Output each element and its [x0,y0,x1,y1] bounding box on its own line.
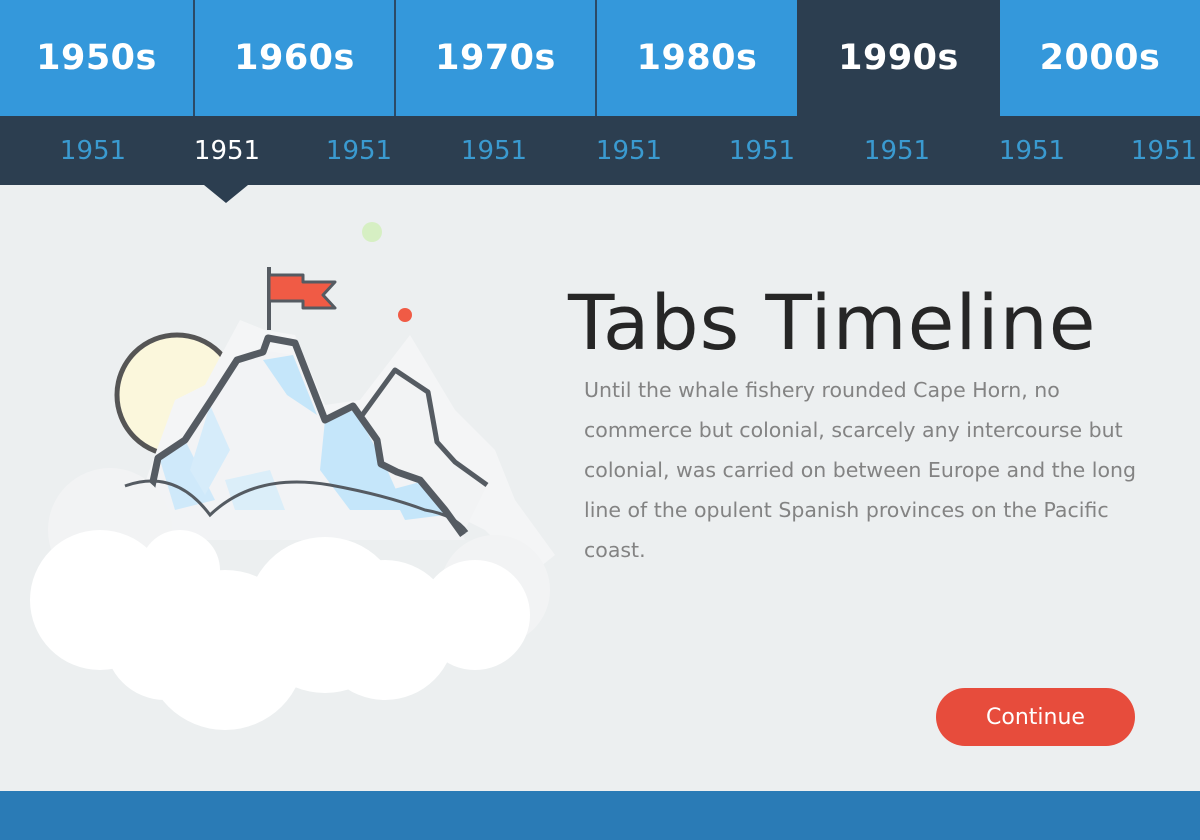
footer-bar [0,791,1200,840]
tab-decade-1950s[interactable]: 1950s [0,0,195,116]
tab-decade-1970s[interactable]: 1970s [396,0,597,116]
flag-icon [267,273,337,310]
mountain-flag-illustration [30,222,555,730]
tab-year[interactable]: 1951 [40,116,146,185]
year-tab-bar: 1951 1951 1951 1951 1951 1951 1951 1951 … [0,116,1200,185]
decade-tab-bar: 1950s 1960s 1970s 1980s 1990s 2000s [0,0,1200,116]
green-dot-icon [362,222,382,242]
tab-decade-1980s[interactable]: 1980s [597,0,797,116]
tab-decade-1960s[interactable]: 1960s [195,0,396,116]
tab-year-active[interactable]: 1951 [174,116,280,185]
tab-year[interactable]: 1951 [709,116,815,185]
tab-decade-2000s[interactable]: 2000s [1000,0,1200,116]
page-title: Tabs Timeline [568,278,1097,367]
tab-year[interactable]: 1951 [306,116,412,185]
tab-year[interactable]: 1951 [1111,116,1200,185]
tab-decade-1990s[interactable]: 1990s [797,0,1000,116]
tab-year[interactable]: 1951 [576,116,682,185]
continue-button[interactable]: Continue [936,688,1135,746]
active-tab-pointer [204,185,248,203]
tab-year[interactable]: 1951 [844,116,950,185]
description-text: Until the whale fishery rounded Cape Hor… [584,378,1137,562]
red-dot-icon [398,308,412,322]
tab-year[interactable]: 1951 [441,116,547,185]
tab-year[interactable]: 1951 [979,116,1085,185]
